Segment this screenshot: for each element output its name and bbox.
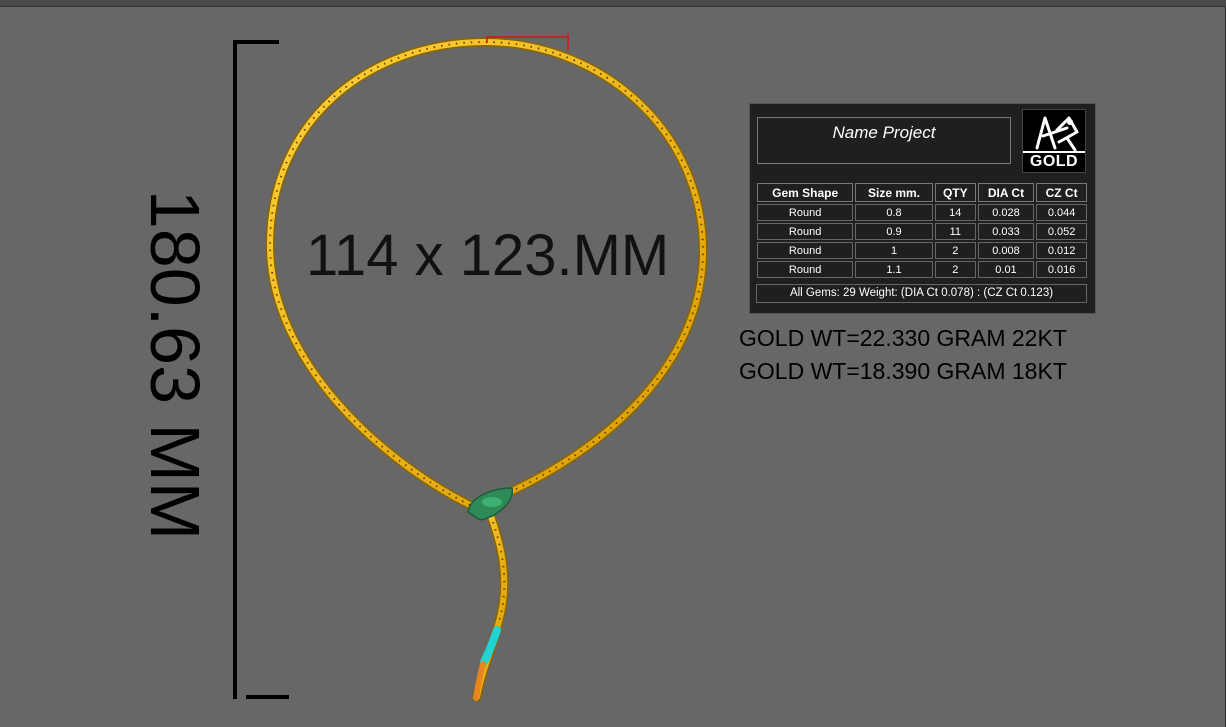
table-row: Round 1.1 2 0.01 0.016 (757, 261, 1087, 278)
cell-qty: 14 (934, 204, 976, 221)
cell-size: 1.1 (855, 261, 933, 278)
project-info-panel: Name Project GOLD Gem Shape Size mm. QTY… (749, 103, 1096, 314)
cell-dia-ct: 0.01 (977, 261, 1035, 278)
cell-gem-shape: Round (757, 223, 854, 240)
cell-cz-ct: 0.012 (1036, 242, 1087, 259)
table-row: Round 0.8 14 0.028 0.044 (757, 204, 1087, 221)
cell-size: 0.9 (855, 223, 933, 240)
gem-table-header: Gem Shape Size mm. QTY DIA Ct CZ Ct (757, 183, 1087, 202)
gold-logo: GOLD (1022, 109, 1086, 173)
grasshopper-icon (1035, 116, 1079, 152)
cell-cz-ct: 0.016 (1036, 261, 1087, 278)
table-row: Round 0.9 11 0.033 0.052 (757, 223, 1087, 240)
tail-cyan-section (480, 626, 501, 666)
cell-dia-ct: 0.033 (977, 223, 1035, 240)
cell-gem-shape: Round (757, 261, 854, 278)
header-dia-ct: DIA Ct (977, 183, 1035, 202)
size-dimension-label: 114 x 123.MM (306, 223, 670, 288)
table-row: Round 1 2 0.008 0.012 (757, 242, 1087, 259)
cell-qty: 2 (934, 261, 976, 278)
header-size: Size mm. (855, 183, 933, 202)
clasp-highlight (482, 497, 502, 507)
gold-weight-18kt: GOLD WT=18.390 GRAM 18KT (739, 358, 1067, 384)
cell-dia-ct: 0.028 (977, 204, 1035, 221)
header-qty: QTY (934, 183, 976, 202)
cell-cz-ct: 0.044 (1036, 204, 1087, 221)
gold-weight-22kt: GOLD WT=22.330 GRAM 22KT (739, 325, 1067, 351)
cell-dia-ct: 0.008 (977, 242, 1035, 259)
cell-qty: 2 (934, 242, 976, 259)
header-gem-shape: Gem Shape (757, 183, 854, 202)
project-name[interactable]: Name Project (757, 117, 1011, 164)
cell-size: 1 (855, 242, 933, 259)
cell-qty: 11 (934, 223, 976, 240)
cell-cz-ct: 0.052 (1036, 223, 1087, 240)
cell-gem-shape: Round (757, 204, 854, 221)
cell-size: 0.8 (855, 204, 933, 221)
header-cz-ct: CZ Ct (1036, 183, 1087, 202)
gem-table: Gem Shape Size mm. QTY DIA Ct CZ Ct Roun… (755, 181, 1089, 280)
cad-viewport[interactable]: 180.63 MM 114 x 123.MM Name Project GOLD… (0, 0, 1226, 727)
gems-summary: All Gems: 29 Weight: (DIA Ct 0.078) : (C… (756, 284, 1087, 303)
cell-gem-shape: Round (757, 242, 854, 259)
logo-label: GOLD (1023, 151, 1085, 171)
